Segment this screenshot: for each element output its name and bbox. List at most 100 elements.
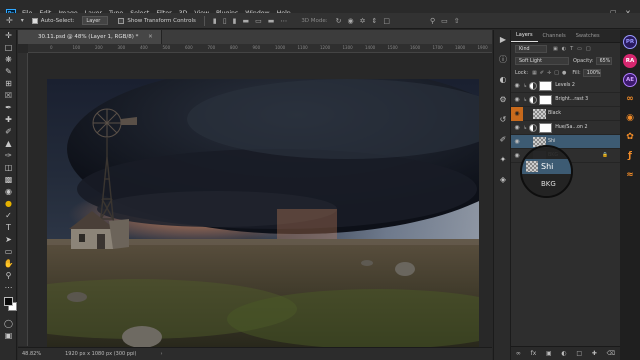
new-layer-icon[interactable]: ✚ — [592, 350, 597, 357]
align-center-icon[interactable]: ▯ — [223, 17, 227, 25]
history-icon[interactable]: ↺ — [494, 110, 512, 130]
paths-icon[interactable]: ✦ — [494, 150, 512, 170]
fx-icon[interactable]: fx — [531, 350, 537, 357]
close-icon[interactable]: ✕ — [148, 34, 153, 40]
align-bottom-icon[interactable]: ▬ — [268, 17, 275, 25]
image-canvas[interactable] — [47, 79, 479, 353]
brush-tool-icon[interactable]: ✐ — [0, 126, 17, 138]
move-tool-icon[interactable]: ✛ — [0, 30, 17, 42]
filter-type-icon[interactable]: T — [570, 46, 573, 52]
align-left-icon[interactable]: ▮ — [213, 17, 217, 25]
filter-kind-dropdown[interactable]: Kind — [515, 45, 547, 53]
foreground-color-swatch[interactable] — [4, 297, 13, 306]
layer-mask-thumbnail[interactable] — [539, 122, 553, 133]
new-group-icon[interactable]: □ — [576, 350, 582, 357]
layer-name[interactable]: Bright...rast 3 — [555, 97, 588, 102]
pen-tool-icon[interactable]: ✓ — [0, 210, 17, 222]
rectangle-tool-icon[interactable]: ▭ — [0, 246, 17, 258]
lock-position-icon[interactable]: ✛ — [547, 70, 551, 76]
layer-row[interactable]: ◉ ↳ Levels 2 — [511, 79, 620, 93]
lock-artboard-icon[interactable]: □ — [554, 70, 559, 76]
layer-mask-thumbnail[interactable] — [539, 94, 553, 105]
zoom-level[interactable]: 48.82% — [22, 351, 41, 357]
lock-brush-icon[interactable]: ✐ — [540, 70, 544, 76]
chevron-down-icon[interactable]: ▾ — [21, 17, 24, 24]
type-tool-icon[interactable]: T — [0, 222, 17, 234]
chevron-right-icon[interactable]: › — [160, 351, 162, 357]
tab-layers[interactable]: Layers — [511, 32, 538, 42]
3d-roll-icon[interactable]: ◉ — [348, 17, 354, 25]
auto-select-checkbox[interactable] — [31, 17, 38, 24]
tab-channels[interactable]: Channels — [538, 33, 571, 42]
eraser-tool-icon[interactable]: ◫ — [0, 162, 17, 174]
filter-smart-icon[interactable]: □ — [586, 46, 591, 52]
layer-mask-thumbnail[interactable] — [539, 80, 553, 91]
eyedropper-tool-icon[interactable]: ✒ — [0, 102, 17, 114]
3d-scale-icon[interactable]: □ — [383, 17, 390, 25]
align-right-icon[interactable]: ▮ — [233, 17, 237, 25]
move-tool-icon[interactable]: ✛ — [6, 16, 13, 25]
channels-icon[interactable]: ◈ — [494, 170, 512, 190]
filter-shape-icon[interactable]: ▭ — [577, 46, 582, 52]
filter-pixel-icon[interactable]: ▣ — [553, 46, 558, 52]
layer-name[interactable]: Shi — [548, 139, 555, 144]
3d-pan-icon[interactable]: ✡ — [360, 17, 366, 25]
document-tab[interactable]: 30.11.psd @ 48% (Layer 1, RGB/8) * ✕ — [18, 30, 162, 44]
zoom-tool-icon[interactable]: ⚲ — [0, 270, 17, 282]
after-effects-app-icon[interactable]: AE — [623, 73, 637, 87]
link-layers-icon[interactable]: ∞ — [516, 350, 521, 357]
more-tools-icon[interactable]: ⋯ — [0, 282, 17, 294]
layer-row-selected[interactable]: ◉ Shi — [511, 135, 620, 149]
eye-icon[interactable]: ◉ — [511, 138, 523, 145]
plugin-app-icon[interactable]: ◉ — [623, 111, 637, 125]
add-mask-icon[interactable]: ▣ — [546, 350, 552, 357]
path-select-tool-icon[interactable]: ➤ — [0, 234, 17, 246]
blend-mode-dropdown[interactable]: Soft Light — [515, 57, 569, 65]
search-icon[interactable]: ⚲ — [430, 17, 435, 25]
eye-icon[interactable]: ◉ — [511, 152, 523, 159]
3d-orbit-icon[interactable]: ↻ — [336, 17, 342, 25]
layer-name[interactable]: Levels 2 — [555, 83, 575, 88]
eye-icon[interactable]: ◉ — [511, 96, 523, 103]
healing-brush-tool-icon[interactable]: ✚ — [0, 114, 17, 126]
screen-mode-icon[interactable]: ▣ — [0, 330, 17, 342]
lock-all-icon[interactable]: ● — [562, 70, 566, 76]
tab-swatches[interactable]: Swatches — [571, 33, 605, 42]
adjustments-icon[interactable]: ◐ — [494, 70, 512, 90]
marquee-tool-icon[interactable]: □ — [0, 42, 17, 54]
show-transform-checkbox[interactable] — [118, 17, 125, 24]
auto-select-dropdown[interactable]: Layer — [82, 16, 109, 25]
crop-tool-icon[interactable]: ⊞ — [0, 78, 17, 90]
hand-tool-icon[interactable]: ✋ — [0, 258, 17, 270]
frame-tool-icon[interactable]: ☒ — [0, 90, 17, 102]
layer-name[interactable]: Black — [548, 111, 561, 116]
align-middle-icon[interactable]: ▭ — [255, 17, 262, 25]
filter-adjust-icon[interactable]: ◐ — [562, 46, 566, 52]
eye-icon[interactable]: ◉ — [511, 82, 523, 89]
share-icon[interactable]: ⇧ — [454, 17, 460, 25]
premiere-app-icon[interactable]: PR — [623, 35, 637, 49]
color-swatches[interactable] — [0, 294, 17, 318]
play-icon[interactable]: ▶ — [494, 30, 512, 50]
info-icon[interactable]: ⓘ — [494, 50, 512, 70]
orange-app-icon[interactable]: ∞ — [623, 92, 637, 106]
eye-icon[interactable]: ◉ — [511, 124, 523, 131]
clone-stamp-tool-icon[interactable]: ▲ — [0, 138, 17, 150]
layer-row[interactable]: ◉ ↳ Bright...rast 3 — [511, 93, 620, 107]
workspace-icon[interactable]: ▭ — [441, 17, 448, 25]
layer-name[interactable]: Hue/Sa...on 2 — [555, 125, 587, 130]
eye-icon[interactable]: ◉ — [511, 106, 523, 121]
blur-tool-icon[interactable]: ◉ — [0, 186, 17, 198]
opacity-input[interactable]: 65% — [595, 57, 612, 65]
layer-row[interactable]: ◉ ↳ Hue/Sa...on 2 — [511, 121, 620, 135]
lock-pixels-icon[interactable]: ▦ — [532, 70, 537, 76]
brush-settings-icon[interactable]: ✐ — [494, 130, 512, 150]
history-brush-tool-icon[interactable]: ✑ — [0, 150, 17, 162]
dodge-tool-icon[interactable]: ● — [0, 198, 17, 210]
lasso-tool-icon[interactable]: ❋ — [0, 54, 17, 66]
layer-row[interactable]: ◉ Black — [511, 106, 620, 121]
wave-app-icon[interactable]: ≈ — [623, 168, 637, 182]
more-options-icon[interactable]: ⋯ — [280, 17, 287, 25]
align-top-icon[interactable]: ▬ — [242, 17, 249, 25]
new-adjustment-icon[interactable]: ◐ — [561, 350, 566, 357]
